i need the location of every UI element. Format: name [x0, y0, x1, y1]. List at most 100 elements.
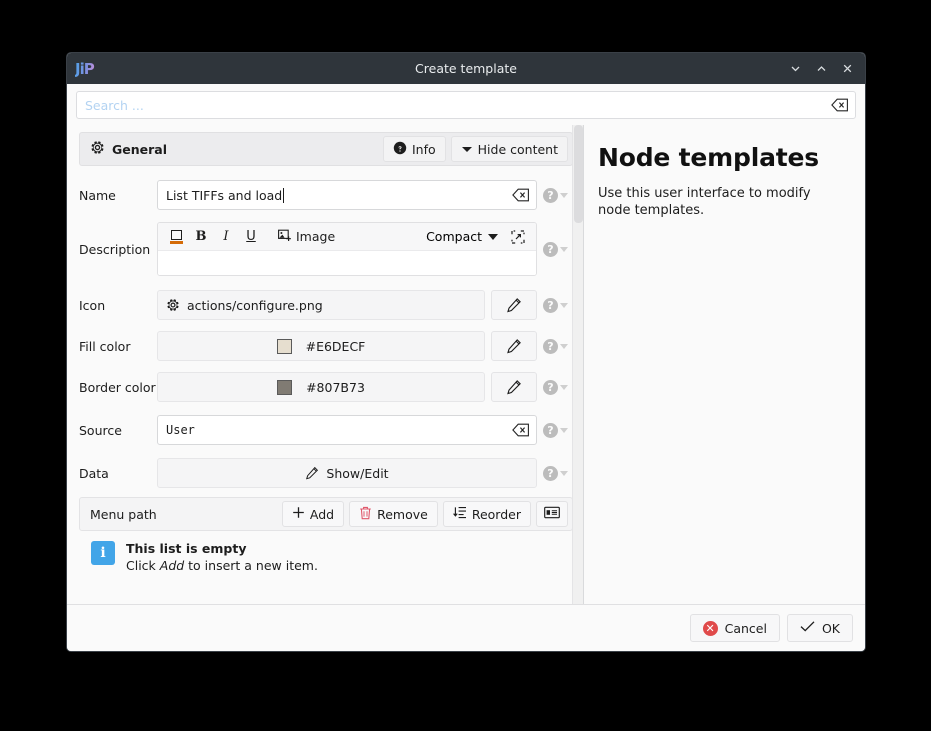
- edit-border-color-button[interactable]: [491, 372, 537, 402]
- label-data: Data: [79, 465, 109, 481]
- insert-image-button[interactable]: Image: [273, 226, 340, 248]
- bold-button[interactable]: B: [190, 226, 212, 248]
- info-button[interactable]: Info: [382, 136, 446, 162]
- description-toolbar: B I U Image Compact: [158, 223, 536, 251]
- italic-button[interactable]: I: [215, 226, 237, 248]
- label-border-color: Border color: [79, 379, 156, 395]
- minimize-button[interactable]: [783, 58, 807, 80]
- group-title: General: [112, 141, 167, 157]
- help-icon: ?: [543, 465, 558, 481]
- cancel-icon: ✕: [702, 620, 718, 636]
- documentation-pane: Node templates Use this user interface t…: [584, 125, 865, 604]
- fill-color-value: #E6DECF: [305, 338, 366, 354]
- create-template-dialog: JiP Create template Search ... General I…: [66, 52, 866, 652]
- show-edit-data-button[interactable]: Show/Edit: [157, 458, 537, 488]
- search-field-wrapper[interactable]: [76, 91, 856, 119]
- remove-button[interactable]: Remove: [349, 501, 438, 527]
- help-icon: ?: [543, 297, 558, 313]
- reorder-label: Reorder: [471, 506, 521, 522]
- form-scroll-area: General Info Hide content Name List TIFF…: [67, 125, 583, 604]
- description-editor[interactable]: B I U Image Compact: [157, 222, 537, 276]
- fill-color-field[interactable]: #E6DECF: [157, 331, 485, 361]
- remove-label: Remove: [377, 506, 428, 522]
- edit-icon-button[interactable]: [491, 290, 537, 320]
- empty-list-title: This list is empty: [126, 541, 247, 556]
- form-scrollbar[interactable]: [572, 125, 583, 604]
- help-icon: ?: [543, 187, 558, 203]
- maximize-button[interactable]: [809, 58, 833, 80]
- row-name: Name List TIFFs and load ?: [67, 180, 583, 210]
- list-view-button[interactable]: [536, 501, 568, 527]
- help-fill-color[interactable]: ?: [537, 338, 573, 354]
- hide-content-button[interactable]: Hide content: [450, 136, 568, 162]
- row-data: Data Show/Edit ?: [67, 458, 583, 488]
- hint-prefix: Click: [126, 558, 160, 573]
- icon-path-value: actions/configure.png: [187, 297, 323, 313]
- edit-fill-color-button[interactable]: [491, 331, 537, 361]
- clear-source-icon[interactable]: [511, 421, 531, 439]
- label-name: Name: [79, 187, 116, 203]
- trash-icon: [359, 506, 372, 523]
- help-source[interactable]: ?: [537, 422, 573, 438]
- cancel-label: Cancel: [724, 620, 767, 636]
- border-color-field[interactable]: #807B73: [157, 372, 485, 402]
- chevron-down-icon: [488, 233, 498, 240]
- dialog-title: Create template: [415, 61, 517, 76]
- label-source: Source: [79, 422, 122, 438]
- empty-list-notice: i This list is empty Click Add to insert…: [91, 541, 573, 573]
- editor-mode-dropdown[interactable]: Compact: [423, 229, 501, 244]
- check-icon: [800, 620, 815, 636]
- scrollbar-thumb[interactable]: [574, 125, 583, 223]
- border-color-swatch: [277, 379, 293, 395]
- help-border-color[interactable]: ?: [537, 379, 573, 395]
- icon-path-field[interactable]: actions/configure.png: [157, 290, 485, 320]
- window-controls: [783, 58, 859, 80]
- fill-color-swatch: [276, 338, 292, 354]
- clear-search-icon[interactable]: [830, 96, 850, 114]
- label-fill-color: Fill color: [79, 338, 131, 354]
- text-color-icon[interactable]: [165, 226, 187, 248]
- row-source: Source User ?: [67, 415, 583, 445]
- help-caret-icon: [560, 343, 568, 349]
- insert-image-label: Image: [296, 229, 336, 244]
- ok-button[interactable]: OK: [786, 614, 853, 642]
- cancel-button[interactable]: ✕ Cancel: [689, 614, 780, 642]
- doc-title: Node templates: [598, 143, 819, 172]
- form-pane: General Info Hide content Name List TIFF…: [67, 125, 584, 604]
- group-header-general: General Info Hide content: [79, 132, 573, 166]
- add-button[interactable]: Add: [281, 501, 345, 527]
- help-icon: ?: [543, 379, 558, 395]
- source-input[interactable]: User: [157, 415, 537, 445]
- menu-path-label: Menu path: [90, 506, 157, 522]
- close-button[interactable]: [835, 58, 859, 80]
- help-caret-icon: [560, 192, 568, 198]
- clear-name-icon[interactable]: [511, 186, 531, 204]
- name-input-value: List TIFFs and load: [166, 187, 283, 203]
- reorder-button[interactable]: Reorder: [442, 501, 531, 527]
- info-button-label: Info: [411, 141, 436, 157]
- help-data[interactable]: ?: [537, 465, 573, 481]
- help-caret-icon: [560, 246, 568, 252]
- label-icon: Icon: [79, 297, 106, 313]
- description-text-area[interactable]: [158, 251, 536, 275]
- name-input[interactable]: List TIFFs and load: [157, 180, 537, 210]
- help-description[interactable]: ?: [537, 241, 573, 257]
- help-name[interactable]: ?: [537, 187, 573, 203]
- search-row: [67, 84, 865, 125]
- hide-content-label: Hide content: [477, 141, 558, 157]
- help-icon-row[interactable]: ?: [537, 297, 573, 313]
- menu-path-buttons: Add Remove Reorder: [281, 501, 568, 527]
- editor-mode-label: Compact: [426, 229, 482, 244]
- row-border-color: Border color #807B73 ?: [67, 372, 583, 402]
- dialog-body: General Info Hide content Name List TIFF…: [67, 125, 865, 604]
- search-input[interactable]: [77, 92, 855, 118]
- show-edit-label: Show/Edit: [326, 465, 389, 481]
- info-badge-icon: i: [91, 541, 115, 565]
- help-caret-icon: [560, 384, 568, 390]
- underline-button[interactable]: U: [240, 226, 262, 248]
- list-view-icon: [544, 506, 560, 522]
- dialog-titlebar[interactable]: JiP Create template: [67, 53, 865, 84]
- expand-editor-button[interactable]: [507, 226, 529, 248]
- empty-list-hint: Click Add to insert a new item.: [126, 558, 318, 573]
- source-value: User: [166, 423, 195, 437]
